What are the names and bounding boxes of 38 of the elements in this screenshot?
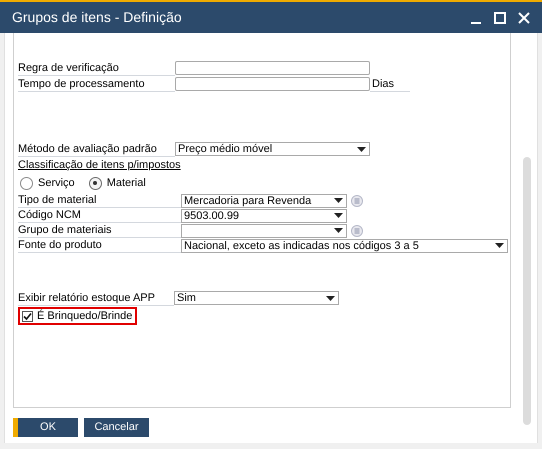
checkbox[interactable] <box>22 310 33 322</box>
list-icon[interactable] <box>351 194 363 206</box>
radio-button[interactable] <box>20 176 33 190</box>
caret-icon <box>334 198 343 203</box>
caret-icon <box>326 296 335 300</box>
text-field[interactable] <box>175 77 370 91</box>
list-icon[interactable] <box>351 224 363 236</box>
cancel-button[interactable]: Cancelar <box>84 418 149 437</box>
caret-icon <box>495 243 504 248</box>
window-title: Grupos de itens - Definição <box>12 8 182 27</box>
field-label: Método de avaliação padrão <box>18 142 175 156</box>
section-title: Classificação de itens p/impostos <box>18 158 181 172</box>
radio-label: Material <box>106 176 146 191</box>
scrollbar[interactable] <box>523 157 531 425</box>
field-label: Grupo de materiais <box>18 223 181 238</box>
caret-icon <box>334 228 343 233</box>
field-label: Regra de verificação <box>18 60 175 76</box>
checkbox-label: É Brinquedo/Brinde <box>37 310 132 322</box>
radio-label: Serviço <box>38 176 75 191</box>
field-label: Tempo de processamento <box>18 76 175 92</box>
dropdown[interactable]: Nacional, exceto as indicadas nos códigos 3 a 5 <box>181 238 508 252</box>
dropdown[interactable]: Sim <box>174 291 339 305</box>
ok-button[interactable]: OK <box>13 418 78 437</box>
caret-icon <box>334 213 343 218</box>
radio-button[interactable] <box>88 176 102 190</box>
field-label: Fonte do produto <box>18 238 181 253</box>
maximize-icon[interactable] <box>494 12 506 24</box>
field-label: Tipo de material <box>18 193 181 208</box>
dropdown[interactable]: Mercadoria para Revenda <box>181 194 347 208</box>
field-label: Código NCM <box>18 208 181 223</box>
field-label: Exibir relatório estoque APP <box>18 290 174 306</box>
dropdown[interactable]: 9503.00.99 <box>181 208 347 222</box>
close-icon[interactable] <box>518 12 530 24</box>
dropdown[interactable]: Preço médio móvel <box>175 142 370 156</box>
unit-label: Dias <box>370 76 410 92</box>
dropdown[interactable] <box>181 224 347 238</box>
text-field[interactable] <box>175 61 370 75</box>
caret-icon <box>357 146 366 152</box>
